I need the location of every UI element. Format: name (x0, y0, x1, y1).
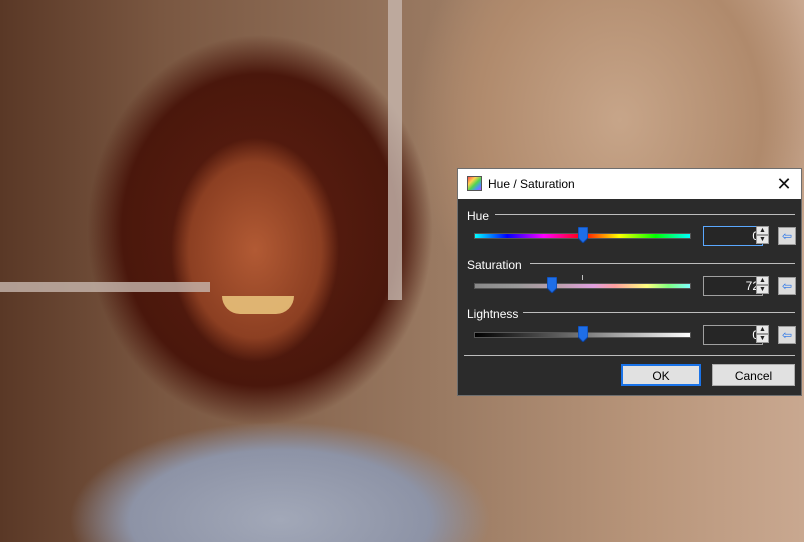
saturation-slider-track[interactable] (474, 283, 691, 289)
hue-up-arrow-icon[interactable]: ▲ (756, 226, 769, 235)
photo-smile (222, 296, 294, 314)
saturation-default-tick (582, 275, 583, 280)
close-icon[interactable]: ✕ (773, 173, 795, 195)
lightness-label: Lightness (467, 307, 519, 321)
hue-stepper: ▲ ▼ (703, 226, 771, 246)
saturation-label: Saturation (467, 258, 522, 272)
hue-slider-thumb[interactable] (577, 227, 588, 243)
lightness-divider (523, 312, 795, 313)
background-railing (0, 282, 210, 292)
ok-button[interactable]: OK (621, 364, 701, 386)
lightness-reset-arrow-icon[interactable]: ⇦ (778, 326, 796, 344)
lightness-input[interactable] (703, 325, 763, 345)
saturation-stepper: ▲ ▼ (703, 276, 771, 296)
dialog-titlebar[interactable]: Hue / Saturation ✕ (458, 169, 801, 199)
saturation-slider-thumb[interactable] (547, 277, 558, 293)
lightness-stepper: ▲ ▼ (703, 325, 771, 345)
saturation-input[interactable] (703, 276, 763, 296)
hue-label: Hue (467, 209, 490, 223)
hue-input[interactable] (703, 226, 763, 246)
hue-saturation-app-icon (467, 176, 482, 191)
lightness-slider-thumb[interactable] (577, 326, 588, 342)
saturation-down-arrow-icon[interactable]: ▼ (756, 285, 769, 294)
saturation-reset-arrow-icon[interactable]: ⇦ (778, 277, 796, 295)
hue-divider (495, 214, 795, 215)
buttons-divider (464, 355, 795, 356)
saturation-up-arrow-icon[interactable]: ▲ (756, 276, 769, 285)
lightness-up-arrow-icon[interactable]: ▲ (756, 325, 769, 334)
hue-saturation-dialog: Hue / Saturation ✕ Hue ▲ ▼ ⇦ Saturation … (457, 168, 802, 396)
background-pole (388, 0, 402, 300)
saturation-divider (530, 263, 795, 264)
hue-down-arrow-icon[interactable]: ▼ (756, 235, 769, 244)
lightness-down-arrow-icon[interactable]: ▼ (756, 334, 769, 343)
cancel-button[interactable]: Cancel (712, 364, 795, 386)
hue-reset-arrow-icon[interactable]: ⇦ (778, 227, 796, 245)
dialog-title: Hue / Saturation (488, 177, 575, 191)
